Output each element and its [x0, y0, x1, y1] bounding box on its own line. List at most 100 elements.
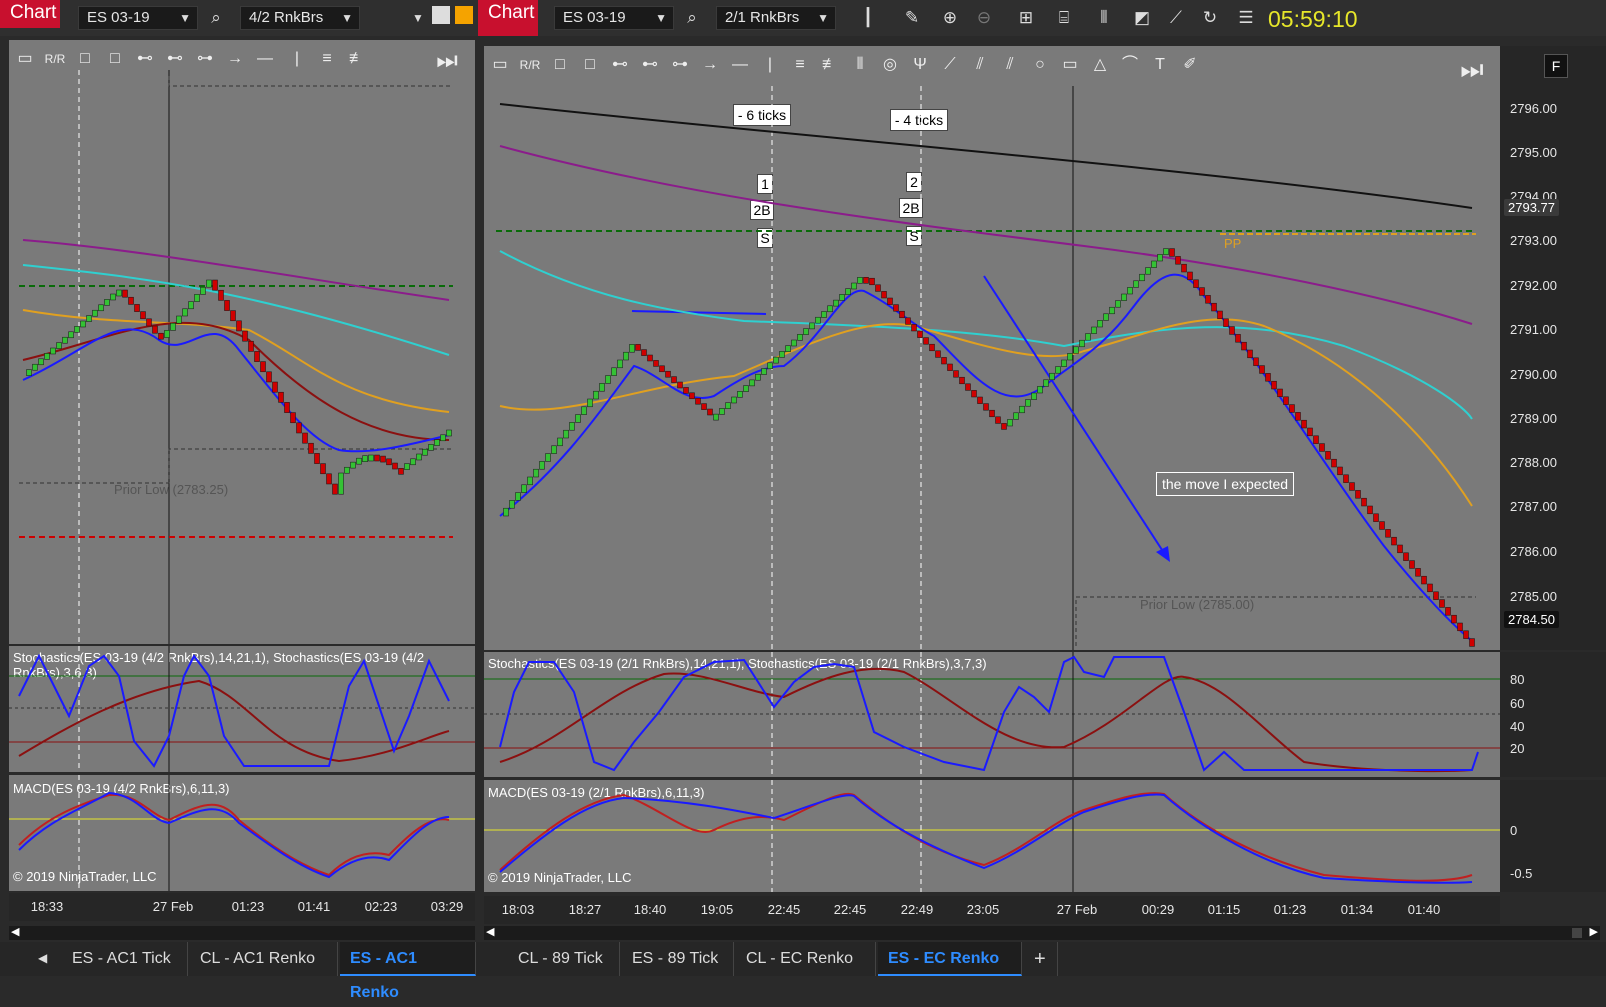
renko-brick: [218, 289, 224, 301]
right-macd-axis: 0 -0.5: [1500, 780, 1606, 892]
chevron-down-icon[interactable]: ▼: [406, 6, 430, 30]
renko-brick: [1241, 341, 1247, 351]
renko-brick: [1277, 388, 1283, 398]
renko-brick: [146, 318, 152, 327]
renko-brick: [1271, 380, 1277, 390]
renko-brick: [1397, 544, 1403, 554]
search-icon[interactable]: ⌕: [204, 6, 228, 30]
pencil-icon[interactable]: ✎: [900, 6, 924, 30]
renko-brick: [188, 301, 194, 310]
strategies-icon[interactable]: ⟋: [1164, 6, 1188, 30]
renko-brick: [1367, 505, 1373, 515]
renko-brick: [551, 445, 557, 454]
renko-brick: [1091, 326, 1097, 334]
renko-brick: [629, 344, 635, 353]
renko-brick: [242, 330, 248, 342]
renko-brick: [92, 309, 98, 317]
renko-brick: [827, 305, 833, 313]
list-icon[interactable]: ☰: [1234, 6, 1258, 30]
renko-brick: [44, 353, 50, 360]
renko-brick: [140, 311, 146, 320]
left-horizontal-scrollbar[interactable]: ◀: [9, 926, 475, 940]
right-f-button[interactable]: F: [1544, 54, 1568, 78]
renko-brick: [587, 398, 593, 408]
right-chart-menu-button[interactable]: Chart: [478, 0, 538, 36]
time-label: 03:29: [430, 899, 464, 914]
renko-brick: [278, 391, 284, 403]
tab-es-ac1-tick[interactable]: ES - AC1 Tick: [62, 942, 188, 976]
left-time-axis[interactable]: 18:33 27 Feb 01:23 01:41 02:23 03:29: [9, 893, 475, 921]
renko-brick: [176, 315, 182, 324]
data-box-icon[interactable]: ⌸: [1052, 6, 1076, 30]
tab-es-ec-renko[interactable]: ES - EC Renko: [878, 942, 1022, 976]
renko-brick: [428, 444, 434, 451]
renko-brick: [1127, 287, 1133, 295]
renko-brick: [1025, 399, 1031, 407]
tab-cl-ec-renko[interactable]: CL - EC Renko: [736, 942, 876, 976]
right-macd-panel[interactable]: MACD(ES 03-19 (2/1 RnkBrs),6,11,3) © 201…: [484, 780, 1500, 892]
right-price-panel[interactable]: ▭ R/R □ □ ⊷ ⊷ ⊶ → — | ≡ ≢ ⦀ ◎ Ψ ⟋ ⫽ ⫽ ○ …: [484, 46, 1500, 650]
tab-es-89-tick[interactable]: ES - 89 Tick: [622, 942, 734, 976]
renko-brick: [1007, 419, 1013, 427]
crosshair-icon[interactable]: ⊞: [1014, 6, 1038, 30]
search-icon[interactable]: ⌕: [680, 6, 704, 30]
price-label: 2790.00: [1510, 367, 1557, 382]
zoom-out-icon[interactable]: ⊖: [972, 6, 996, 30]
left-price-panel[interactable]: ▭ R/R □ □ ⊷ ⊷ ⊶ → — | ≡ ≢ ⏭ Prior Low (2…: [9, 40, 475, 644]
renko-brick: [356, 457, 362, 465]
right-stochastics-panel[interactable]: Stochastics(ES 03-19 (2/1 RnkBrs),14,21,…: [484, 652, 1500, 777]
tab-scroll-left-icon[interactable]: ◀: [38, 951, 47, 965]
renko-brick: [935, 350, 941, 358]
renko-brick: [1253, 357, 1259, 366]
renko-brick: [194, 294, 200, 302]
left-stochastics-panel[interactable]: Stochastics(ES 03-19 (4/2 RnkBrs),14,21,…: [9, 646, 475, 772]
scroll-left-icon[interactable]: ◀: [11, 925, 19, 938]
left-bartype-selector[interactable]: 4/2 RnkBrs ▼: [240, 6, 360, 30]
right-time-axis[interactable]: 18:03 18:27 18:40 19:05 22:45 22:45 22:4…: [484, 896, 1500, 924]
renko-brick: [725, 402, 731, 409]
renko-brick: [1085, 333, 1091, 341]
renko-brick: [995, 416, 1001, 424]
renko-brick: [521, 484, 527, 493]
stoch-level: 20: [1510, 741, 1525, 756]
bar-style-icon[interactable]: ┃: [856, 6, 880, 30]
tab-es-ac1-renko[interactable]: ES - AC1 Renko: [340, 942, 476, 1001]
reload-icon[interactable]: ↻: [1198, 6, 1222, 30]
price-label: 2793.00: [1510, 233, 1557, 248]
add-tab-button[interactable]: +: [1024, 942, 1058, 976]
price-label: 2786.00: [1510, 544, 1557, 559]
right-instrument-selector[interactable]: ES 03-19 ▼: [554, 6, 674, 30]
left-window-color-button[interactable]: [455, 6, 473, 24]
tab-cl-89-tick[interactable]: CL - 89 Tick: [508, 942, 620, 976]
left-macd-panel[interactable]: MACD(ES 03-19 (4/2 RnkBrs),6,11,3) © 201…: [9, 775, 475, 891]
renko-brick: [671, 376, 677, 383]
renko-brick: [761, 368, 767, 375]
left-chart-menu-button[interactable]: Chart: [0, 0, 60, 28]
right-bartype-selector[interactable]: 2/1 RnkBrs ▼: [716, 6, 836, 30]
renko-brick: [290, 412, 296, 424]
renko-brick: [1343, 474, 1349, 483]
renko-brick: [1223, 318, 1229, 327]
renko-brick: [362, 455, 368, 462]
tab-cl-ac1-renko[interactable]: CL - AC1 Renko: [190, 942, 338, 976]
properties-icon[interactable]: ⫴: [1092, 6, 1116, 30]
scroll-right-icon[interactable]: ▶: [1590, 925, 1598, 938]
templates-icon[interactable]: ◩: [1130, 6, 1154, 30]
scroll-left-icon[interactable]: ◀: [486, 925, 494, 938]
renko-brick: [863, 277, 869, 284]
scroll-thumb[interactable]: [1572, 928, 1582, 938]
renko-brick: [338, 472, 344, 495]
renko-brick: [446, 429, 452, 437]
zoom-in-icon[interactable]: ⊕: [938, 6, 962, 30]
price-label: 2792.00: [1510, 278, 1557, 293]
renko-brick: [236, 320, 242, 332]
renko-brick: [1457, 622, 1463, 632]
renko-brick: [1067, 353, 1073, 361]
right-horizontal-scrollbar[interactable]: ◀ ▶: [484, 926, 1600, 940]
renko-brick: [821, 311, 827, 318]
left-instrument-value: ES 03-19: [87, 9, 150, 26]
right-price-axis[interactable]: 2796.00 2795.00 2794.00 2793.00 2792.00 …: [1500, 46, 1606, 650]
renko-brick: [1193, 279, 1199, 288]
left-instrument-selector[interactable]: ES 03-19 ▼: [78, 6, 198, 30]
left-window-restore-button[interactable]: [432, 6, 450, 24]
